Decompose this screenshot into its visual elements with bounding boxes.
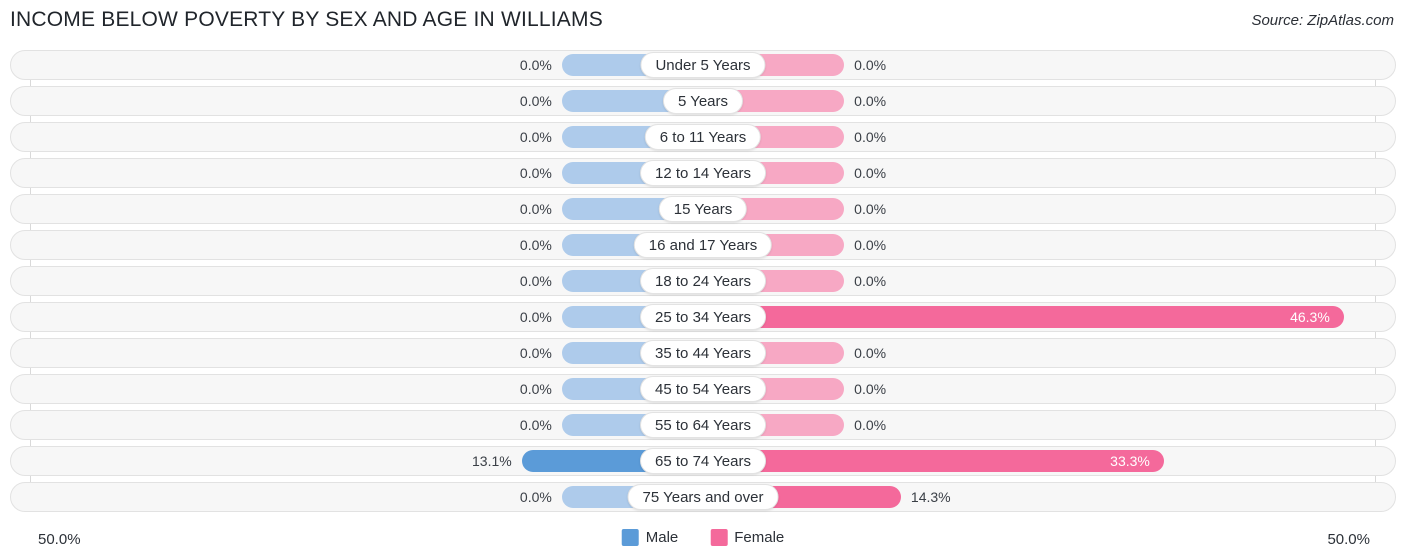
category-label: 65 to 74 Years (640, 448, 766, 474)
row-track: 0.0% 46.3% 25 to 34 Years (11, 303, 1395, 331)
category-label: 55 to 64 Years (640, 412, 766, 438)
value-label-male: 0.0% (519, 93, 552, 109)
chart-row: 0.0% 0.0% Under 5 Years (10, 50, 1396, 80)
value-label-female: 0.0% (854, 381, 887, 397)
axis-label-right: 50.0% (1327, 531, 1370, 548)
row-track: 0.0% 0.0% Under 5 Years (11, 51, 1395, 79)
chart-row: 0.0% 0.0% 6 to 11 Years (10, 122, 1396, 152)
row-track: 0.0% 0.0% 16 and 17 Years (11, 231, 1395, 259)
page-header: INCOME BELOW POVERTY BY SEX AND AGE IN W… (0, 0, 1406, 44)
value-label-female: 0.0% (854, 93, 887, 109)
diverging-bar-chart: 0.0% 0.0% Under 5 Years 0.0% 0.0% 5 Years 0.0%… (0, 44, 1406, 520)
row-track: 0.0% 0.0% 35 to 44 Years (11, 339, 1395, 367)
chart-row: 0.0% 0.0% 16 and 17 Years (10, 230, 1396, 260)
legend-swatch-female-icon (710, 529, 728, 546)
legend-label: Female (734, 529, 785, 546)
category-label: 45 to 54 Years (640, 376, 766, 402)
value-label-female: 33.3% (1110, 453, 1150, 469)
value-label-male: 0.0% (519, 57, 552, 73)
value-label-male: 0.0% (519, 309, 552, 325)
row-track: 0.0% 0.0% 15 Years (11, 195, 1395, 223)
category-label: 16 and 17 Years (633, 232, 773, 258)
row-track: 0.0% 0.0% 6 to 11 Years (11, 123, 1395, 151)
chart-page: INCOME BELOW POVERTY BY SEX AND AGE IN W… (0, 0, 1406, 559)
value-label-female: 0.0% (854, 237, 887, 253)
value-label-female: 46.3% (1290, 309, 1330, 325)
legend-item-female[interactable]: Female (710, 529, 784, 546)
category-label: 6 to 11 Years (644, 124, 762, 150)
category-label: 12 to 14 Years (640, 160, 766, 186)
category-label: 25 to 34 Years (640, 304, 766, 330)
row-track: 0.0% 0.0% 45 to 54 Years (11, 375, 1395, 403)
value-label-male: 0.0% (519, 165, 552, 181)
chart-row: 0.0% 0.0% 5 Years (10, 86, 1396, 116)
value-label-male: 0.0% (519, 489, 552, 505)
category-label: Under 5 Years (640, 52, 766, 78)
chart-row: 0.0% 0.0% 55 to 64 Years (10, 410, 1396, 440)
chart-footer: 50.0% Male Female 50.0% (0, 525, 1406, 559)
category-label: 15 Years (658, 196, 748, 222)
value-label-male: 0.0% (519, 417, 552, 433)
value-label-male: 0.0% (519, 129, 552, 145)
chart-row: 0.0% 14.3% 75 Years and over (10, 482, 1396, 512)
row-track: 0.0% 0.0% 55 to 64 Years (11, 411, 1395, 439)
chart-row: 0.0% 0.0% 35 to 44 Years (10, 338, 1396, 368)
row-track: 0.0% 0.0% 5 Years (11, 87, 1395, 115)
category-label: 35 to 44 Years (640, 340, 766, 366)
chart-row: 0.0% 0.0% 15 Years (10, 194, 1396, 224)
value-label-female: 0.0% (854, 129, 887, 145)
value-label-female: 0.0% (854, 273, 887, 289)
value-label-male: 13.1% (472, 453, 512, 469)
value-label-female: 0.0% (854, 345, 887, 361)
legend-item-male[interactable]: Male (621, 529, 679, 546)
axis-label-left: 50.0% (38, 531, 81, 548)
legend-swatch-male-icon (621, 529, 639, 546)
source-attribution: Source: ZipAtlas.com (1251, 12, 1394, 29)
category-label: 5 Years (662, 88, 744, 114)
chart-row: 0.0% 0.0% 18 to 24 Years (10, 266, 1396, 296)
value-label-female: 0.0% (854, 417, 887, 433)
value-label-female: 0.0% (854, 57, 887, 73)
chart-row: 0.0% 0.0% 12 to 14 Years (10, 158, 1396, 188)
row-track: 13.1% 33.3% 65 to 74 Years (11, 447, 1395, 475)
value-label-male: 0.0% (519, 381, 552, 397)
chart-row: 0.0% 0.0% 45 to 54 Years (10, 374, 1396, 404)
chart-row: 0.0% 46.3% 25 to 34 Years (10, 302, 1396, 332)
page-title: INCOME BELOW POVERTY BY SEX AND AGE IN W… (10, 8, 603, 31)
row-track: 0.0% 14.3% 75 Years and over (11, 483, 1395, 511)
category-label: 18 to 24 Years (640, 268, 766, 294)
value-label-male: 0.0% (519, 273, 552, 289)
value-label-female: 0.0% (854, 201, 887, 217)
value-label-female: 0.0% (854, 165, 887, 181)
category-label: 75 Years and over (627, 484, 779, 510)
value-label-male: 0.0% (519, 345, 552, 361)
value-label-male: 0.0% (519, 237, 552, 253)
row-track: 0.0% 0.0% 18 to 24 Years (11, 267, 1395, 295)
row-track: 0.0% 0.0% 12 to 14 Years (11, 159, 1395, 187)
chart-rows: 0.0% 0.0% Under 5 Years 0.0% 0.0% 5 Years 0.0%… (10, 50, 1396, 518)
value-label-female: 14.3% (910, 489, 951, 505)
chart-legend: Male Female (621, 529, 784, 546)
legend-label: Male (645, 529, 679, 546)
value-label-male: 0.0% (519, 201, 552, 217)
chart-row: 13.1% 33.3% 65 to 74 Years (10, 446, 1396, 476)
